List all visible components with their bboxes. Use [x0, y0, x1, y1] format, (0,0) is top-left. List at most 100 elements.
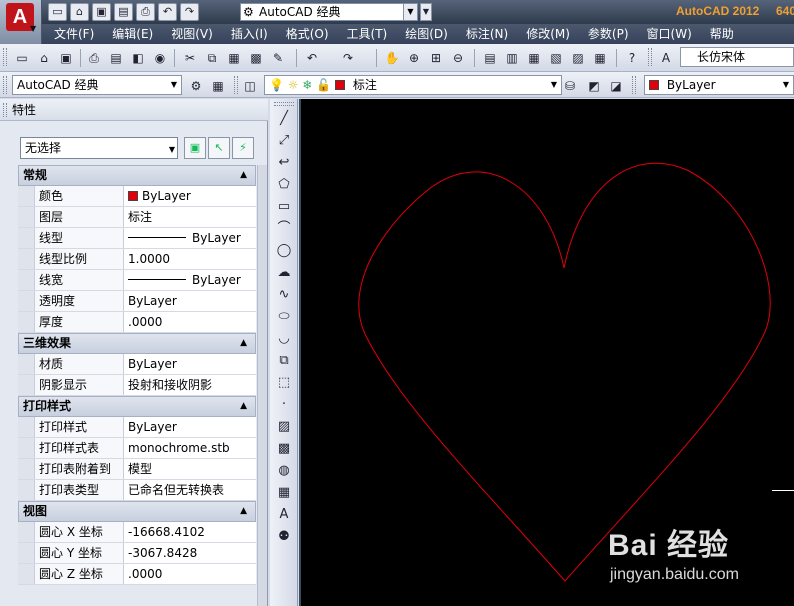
- table-icon[interactable]: ▦: [274, 483, 294, 503]
- properties-icon[interactable]: ▤: [480, 48, 500, 68]
- pan-icon[interactable]: ✋: [382, 48, 402, 68]
- section-3d-effects[interactable]: 三维效果 ▲: [18, 333, 256, 354]
- point-icon[interactable]: ·: [274, 395, 294, 415]
- ellipse-icon[interactable]: ⬭: [274, 307, 294, 327]
- collapse-icon[interactable]: ▲: [240, 334, 247, 353]
- property-value[interactable]: ByLayer: [124, 291, 256, 311]
- construction-line-icon[interactable]: ⤢: [274, 131, 294, 151]
- layer-combo[interactable]: 💡 ☼ ❄ 🔓 标注 ▼: [264, 75, 562, 95]
- select-objects-icon[interactable]: ↖: [208, 137, 230, 159]
- property-value[interactable]: 标注: [124, 207, 256, 227]
- zoom-realtime-icon[interactable]: ⊕: [404, 48, 424, 68]
- menu-draw[interactable]: 绘图(D): [393, 24, 454, 44]
- print-icon[interactable]: ⎙: [84, 48, 104, 68]
- heart-shape[interactable]: [358, 162, 771, 582]
- palette-grip[interactable]: [3, 103, 7, 117]
- collapse-icon[interactable]: ▲: [240, 166, 247, 185]
- gradient-icon[interactable]: ▩: [274, 439, 294, 459]
- property-row-center-x[interactable]: 圆心 X 坐标 -16668.4102: [18, 522, 256, 543]
- property-value[interactable]: ByLayer: [124, 354, 256, 374]
- menu-dimension[interactable]: 标注(N): [454, 24, 514, 44]
- palette-scrollbar[interactable]: [257, 165, 267, 606]
- save-icon[interactable]: ▣: [56, 48, 76, 68]
- undo-icon[interactable]: ↶: [158, 3, 177, 21]
- menu-edit[interactable]: 编辑(E): [100, 24, 159, 44]
- menu-modify[interactable]: 修改(M): [514, 24, 576, 44]
- menu-view[interactable]: 视图(V): [159, 24, 219, 44]
- collapse-icon[interactable]: ▲: [240, 502, 247, 521]
- menu-help[interactable]: 帮助: [698, 24, 740, 44]
- selection-select[interactable]: 无选择 ▼: [20, 137, 178, 159]
- redo-icon[interactable]: ↷: [180, 3, 199, 21]
- toggle-pickadd-icon[interactable]: ▣: [184, 137, 206, 159]
- collapse-icon[interactable]: ▲: [240, 397, 247, 416]
- property-value[interactable]: 投射和接收阴影: [124, 375, 256, 395]
- color-combo[interactable]: ByLayer ▼: [644, 75, 794, 95]
- make-block-icon[interactable]: ⬚: [274, 373, 294, 393]
- property-value[interactable]: ByLayer: [124, 228, 256, 248]
- new-icon[interactable]: ▭: [48, 3, 67, 21]
- menu-parameters[interactable]: 参数(P): [576, 24, 635, 44]
- polyline-icon[interactable]: ↩: [274, 153, 294, 173]
- publish-icon[interactable]: ◧: [128, 48, 148, 68]
- property-row-shadow-display[interactable]: 阴影显示 投射和接收阴影: [18, 375, 256, 396]
- property-value[interactable]: .0000: [124, 312, 256, 332]
- line-icon[interactable]: ╱: [274, 109, 294, 129]
- property-row-linetype-scale[interactable]: 线型比例 1.0000: [18, 249, 256, 270]
- toolbar-grip[interactable]: [632, 76, 636, 94]
- match-properties-icon[interactable]: ✎: [268, 48, 288, 68]
- text-style-icon[interactable]: A: [656, 48, 676, 68]
- save-workspace-icon[interactable]: ▦: [208, 76, 228, 96]
- paste-icon[interactable]: ▦: [224, 48, 244, 68]
- spline-icon[interactable]: ∿: [274, 285, 294, 305]
- property-row-center-z[interactable]: 圆心 Z 坐标 .0000: [18, 564, 256, 585]
- calculator-icon[interactable]: ▦: [590, 48, 610, 68]
- palette-title-bar[interactable]: 特性: [0, 99, 268, 121]
- workspace-select[interactable]: ⚙ AutoCAD 经典 ▼: [240, 3, 418, 21]
- markup-icon[interactable]: ▨: [568, 48, 588, 68]
- paste-special-icon[interactable]: ▩: [246, 48, 266, 68]
- hatch-icon[interactable]: ▨: [274, 417, 294, 437]
- property-row-layer[interactable]: 图层 标注: [18, 207, 256, 228]
- section-general[interactable]: 常规 ▲: [18, 165, 256, 186]
- save-as-icon[interactable]: ▤: [114, 3, 133, 21]
- quick-access-more-button[interactable]: ▼: [420, 3, 432, 21]
- tool-palettes-icon[interactable]: ▦: [524, 48, 544, 68]
- property-value[interactable]: monochrome.stb: [124, 438, 256, 458]
- help-icon[interactable]: ?: [622, 48, 642, 68]
- property-row-color[interactable]: 颜色 ByLayer: [18, 186, 256, 207]
- print-preview-icon[interactable]: ▤: [106, 48, 126, 68]
- zoom-previous-icon[interactable]: ⊖: [448, 48, 468, 68]
- workspace-settings-icon[interactable]: ⚙: [186, 76, 206, 96]
- menu-file[interactable]: 文件(F): [42, 24, 100, 44]
- toolbar-grip[interactable]: [234, 76, 238, 94]
- menu-window[interactable]: 窗口(W): [635, 24, 698, 44]
- menu-tools[interactable]: 工具(T): [335, 24, 394, 44]
- property-row-thickness[interactable]: 厚度 .0000: [18, 312, 256, 333]
- add-selected-icon[interactable]: ⚉: [274, 527, 294, 547]
- property-row-center-y[interactable]: 圆心 Y 坐标 -3067.8428: [18, 543, 256, 564]
- property-value[interactable]: -16668.4102: [124, 522, 256, 542]
- circle-icon[interactable]: ◯: [274, 241, 294, 261]
- property-row-material[interactable]: 材质 ByLayer: [18, 354, 256, 375]
- toolbar-grip[interactable]: [3, 48, 7, 66]
- property-value[interactable]: ByLayer: [124, 270, 256, 290]
- quick-select-icon[interactable]: ⚡: [232, 137, 254, 159]
- property-value[interactable]: 1.0000: [124, 249, 256, 269]
- save-icon[interactable]: ▣: [92, 3, 111, 21]
- property-value[interactable]: .0000: [124, 564, 256, 584]
- property-row-transparency[interactable]: 透明度 ByLayer: [18, 291, 256, 312]
- workspace-combo[interactable]: AutoCAD 经典 ▼: [12, 75, 182, 95]
- zoom-window-icon[interactable]: ⊞: [426, 48, 446, 68]
- property-row-plot-style-table[interactable]: 打印样式表 monochrome.stb: [18, 438, 256, 459]
- section-plot-style[interactable]: 打印样式 ▲: [18, 396, 256, 417]
- property-value[interactable]: 模型: [124, 459, 256, 479]
- toolbar-grip[interactable]: [274, 102, 294, 106]
- insert-block-icon[interactable]: ⧉: [274, 351, 294, 371]
- layer-manager-icon[interactable]: ◫: [240, 76, 260, 96]
- undo-icon[interactable]: ↶: [302, 48, 322, 68]
- property-value[interactable]: -3067.8428: [124, 543, 256, 563]
- property-row-plot-table-type[interactable]: 打印表类型 已命名但无转换表: [18, 480, 256, 501]
- arc-icon[interactable]: ⌒: [274, 219, 294, 239]
- rectangle-icon[interactable]: ▭: [274, 197, 294, 217]
